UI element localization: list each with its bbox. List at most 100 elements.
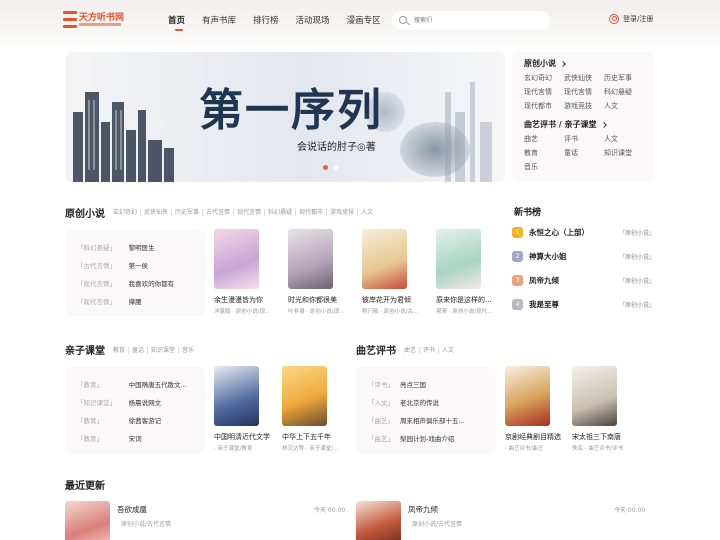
rank-item[interactable]: 2 神算大小姐 「原创小说」 bbox=[512, 251, 655, 262]
category-head-quyi[interactable]: 曲艺评书 / 亲子课堂 bbox=[524, 119, 655, 130]
category-link[interactable]: 音乐 bbox=[524, 162, 564, 172]
section-tag[interactable]: 游戏竞技 bbox=[327, 209, 359, 216]
book-card[interactable]: 中国明清近代文学 · 亲子课堂/教育 bbox=[214, 366, 278, 452]
category-link[interactable]: 游戏竞技 bbox=[564, 101, 604, 111]
book-card[interactable]: 时光和你都很美 叶非凝 · 原创小说/现... bbox=[288, 229, 352, 315]
section-tag[interactable]: 音乐 bbox=[179, 347, 197, 354]
book-cover[interactable] bbox=[214, 229, 259, 289]
book-card[interactable]: 原来你是这样的... 黛菁 · 原创小说/现代... bbox=[436, 229, 500, 315]
book-card[interactable]: 余生漫漫皆为你 洋蓬鹄 · 原创小说/现... bbox=[214, 229, 278, 315]
rank-badge-icon: 3 bbox=[512, 275, 523, 286]
list-item[interactable]: 「现代言情」 撑腰 bbox=[77, 296, 205, 306]
book-card[interactable]: 京剧经典剧目精选 · 曲艺评书/曲艺 bbox=[505, 366, 569, 452]
category-link[interactable]: 评书 bbox=[564, 134, 604, 144]
book-title[interactable]: 余生漫漫皆为你 bbox=[214, 295, 278, 305]
search-input[interactable] bbox=[414, 14, 539, 27]
book-card[interactable]: 宋太祖三下南唐 佚名 · 曲艺评书/评书 bbox=[572, 366, 636, 452]
category-link[interactable]: 玄幻奇幻 bbox=[524, 73, 564, 83]
section-tag[interactable]: 知识课堂 bbox=[148, 347, 180, 354]
book-cover[interactable] bbox=[572, 366, 617, 426]
category-link[interactable]: 历史军事 bbox=[604, 73, 646, 83]
book-card[interactable]: 中华上下五千年 林汉达等 · 亲子课堂/... bbox=[282, 366, 346, 452]
category-link[interactable]: 曲艺 bbox=[524, 134, 564, 144]
section-tag[interactable]: 现代言情 bbox=[234, 209, 266, 216]
section-tag[interactable]: 人文 bbox=[439, 347, 457, 354]
category-link[interactable]: 现代都市 bbox=[524, 101, 564, 111]
recent-item[interactable]: 吾欲成凰 原创小说/古代言情 今天 00:00 bbox=[65, 501, 355, 540]
section-tag[interactable]: 武侠仙侠 bbox=[141, 209, 173, 216]
book-title[interactable]: 时光和你都很美 bbox=[288, 295, 352, 305]
nav-audiobooks[interactable]: 有声书库 bbox=[202, 14, 236, 26]
list-item[interactable]: 「评书」 亮点三国 bbox=[368, 379, 496, 389]
section-tag[interactable]: 曲艺 bbox=[401, 347, 421, 354]
site-logo[interactable]: 天方听书网 bbox=[63, 10, 124, 32]
book-cover[interactable] bbox=[362, 229, 407, 289]
list-item[interactable]: 「教育」 徐茜客游记 bbox=[77, 415, 205, 425]
book-title[interactable]: 京剧经典剧目精选 bbox=[505, 432, 569, 442]
nav-rankings[interactable]: 排行榜 bbox=[253, 14, 279, 26]
login-link[interactable]: 登录/注册 bbox=[609, 14, 653, 24]
book-meta: · 曲艺评书/曲艺 bbox=[505, 446, 544, 452]
banner-dot-active[interactable] bbox=[323, 165, 328, 170]
section-tag[interactable]: 古代言情 bbox=[203, 209, 235, 216]
list-item[interactable]: 「科幻悬疑」 黎明医生 bbox=[77, 242, 205, 252]
book-cover[interactable] bbox=[505, 366, 550, 426]
banner-dot[interactable] bbox=[333, 165, 338, 170]
book-title[interactable]: 凤帝九倾 bbox=[408, 504, 438, 515]
rank-item[interactable]: 3 凤帝九倾 「原创小说」 bbox=[512, 275, 655, 286]
book-cover[interactable] bbox=[214, 366, 259, 426]
search-box bbox=[392, 11, 550, 30]
section-title-original[interactable]: 原创小说 bbox=[65, 205, 105, 220]
book-title[interactable]: 吾欲成凰 bbox=[117, 504, 147, 515]
search-icon[interactable] bbox=[399, 16, 407, 24]
category-link[interactable]: 科幻悬疑 bbox=[604, 87, 646, 97]
book-cover[interactable] bbox=[436, 229, 481, 289]
category-link[interactable]: 教育 bbox=[524, 148, 564, 158]
hero-banner[interactable]: 第一序列 会说话的肘子◎著 bbox=[65, 52, 505, 182]
category-link[interactable]: 知识课堂 bbox=[604, 148, 646, 158]
book-title[interactable]: 原来你是这样的... bbox=[436, 295, 500, 305]
recent-item[interactable]: 凤帝九倾 原创小说/古代言情 今天 00:00 bbox=[356, 501, 656, 540]
section-title-parent[interactable]: 亲子课堂 bbox=[65, 342, 105, 357]
rank-item[interactable]: 4 我是至尊 「原创小说」 bbox=[512, 299, 655, 310]
list-item[interactable]: 「教育」 中国隋唐五代散文... bbox=[77, 379, 205, 389]
category-link[interactable]: 武侠仙侠 bbox=[564, 73, 604, 83]
banner-pagination bbox=[323, 165, 343, 170]
section-tag[interactable]: 玄幻奇幻 bbox=[110, 209, 142, 216]
section-tag[interactable]: 科幻悬疑 bbox=[265, 209, 297, 216]
rank-title[interactable]: 新书榜 bbox=[514, 205, 541, 218]
nav-events[interactable]: 活动现场 bbox=[296, 14, 330, 26]
list-item[interactable]: 「教育」 宋词 bbox=[77, 433, 205, 443]
section-tag[interactable]: 童话 bbox=[129, 347, 149, 354]
book-cover[interactable] bbox=[288, 229, 333, 289]
list-item[interactable]: 「古代言情」 第一侯 bbox=[77, 260, 205, 270]
nav-comics[interactable]: 漫画专区 bbox=[347, 14, 381, 26]
book-cover[interactable] bbox=[65, 501, 110, 540]
list-item[interactable]: 「曲艺」 周末相声俱乐部十五... bbox=[368, 415, 496, 425]
category-link[interactable]: 现代言情 bbox=[564, 87, 604, 97]
section-title-quyi[interactable]: 曲艺评书 bbox=[356, 342, 396, 357]
book-cover[interactable] bbox=[282, 366, 327, 426]
section-tag[interactable]: 现代都市 bbox=[296, 209, 328, 216]
section-tag[interactable]: 人文 bbox=[358, 209, 376, 216]
section-tag[interactable]: 评书 bbox=[420, 347, 440, 354]
book-title[interactable]: 中国明清近代文学 bbox=[214, 432, 278, 442]
list-item[interactable]: 「曲艺」 梨园计划-戏曲介绍 bbox=[368, 433, 496, 443]
list-item[interactable]: 「知识课堂」 杨晨说网文 bbox=[77, 397, 205, 407]
section-tag[interactable]: 历史军事 bbox=[172, 209, 204, 216]
category-link[interactable]: 现代言情 bbox=[524, 87, 564, 97]
book-card[interactable]: 彼岸花开为君倾 穆闩筱 · 原创小说/古... bbox=[362, 229, 426, 315]
category-link[interactable]: 人文 bbox=[604, 134, 646, 144]
list-item[interactable]: 「人文」 老北京的传说 bbox=[368, 397, 496, 407]
category-link[interactable]: 童话 bbox=[564, 148, 604, 158]
category-link[interactable]: 人文 bbox=[604, 101, 646, 111]
list-item[interactable]: 「现代言情」 我喜欢的你都有 bbox=[77, 278, 205, 288]
book-title[interactable]: 中华上下五千年 bbox=[282, 432, 346, 442]
rank-item[interactable]: 1 永恒之心（上部） 「原创小说」 bbox=[512, 227, 655, 238]
book-cover[interactable] bbox=[356, 501, 401, 540]
section-tag[interactable]: 教育 bbox=[110, 347, 130, 354]
book-title[interactable]: 彼岸花开为君倾 bbox=[362, 295, 426, 305]
nav-home[interactable]: 首页 bbox=[168, 14, 185, 31]
book-title[interactable]: 宋太祖三下南唐 bbox=[572, 432, 636, 442]
category-head-original[interactable]: 原创小说 bbox=[524, 58, 655, 69]
